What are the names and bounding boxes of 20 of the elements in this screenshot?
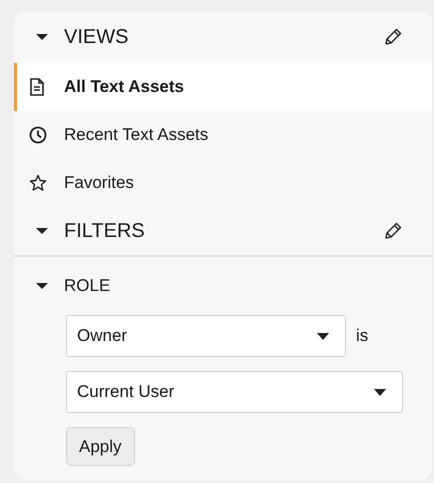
operator-label: is bbox=[356, 326, 368, 346]
apply-button[interactable]: Apply bbox=[66, 427, 135, 466]
star-icon bbox=[29, 174, 47, 192]
section-title: FILTERS bbox=[64, 220, 146, 242]
caret-icon[interactable] bbox=[36, 33, 48, 41]
caret-icon bbox=[317, 332, 329, 340]
pencil-icon[interactable] bbox=[384, 28, 402, 46]
clock-icon bbox=[29, 126, 47, 144]
caret-icon[interactable] bbox=[36, 282, 48, 290]
view-item[interactable]: All Text Assets bbox=[14, 63, 432, 111]
view-item[interactable]: Favorites bbox=[14, 159, 432, 207]
caret-icon bbox=[374, 388, 386, 396]
value-dropdown[interactable]: Current User bbox=[66, 371, 403, 413]
document-icon bbox=[29, 78, 47, 96]
field-dropdown[interactable]: Owner bbox=[66, 315, 346, 357]
view-item[interactable]: Recent Text Assets bbox=[14, 111, 432, 159]
caret-icon[interactable] bbox=[36, 227, 48, 235]
group-title: ROLE bbox=[64, 276, 110, 296]
section-title: VIEWS bbox=[64, 26, 130, 48]
pencil-icon[interactable] bbox=[384, 222, 402, 240]
